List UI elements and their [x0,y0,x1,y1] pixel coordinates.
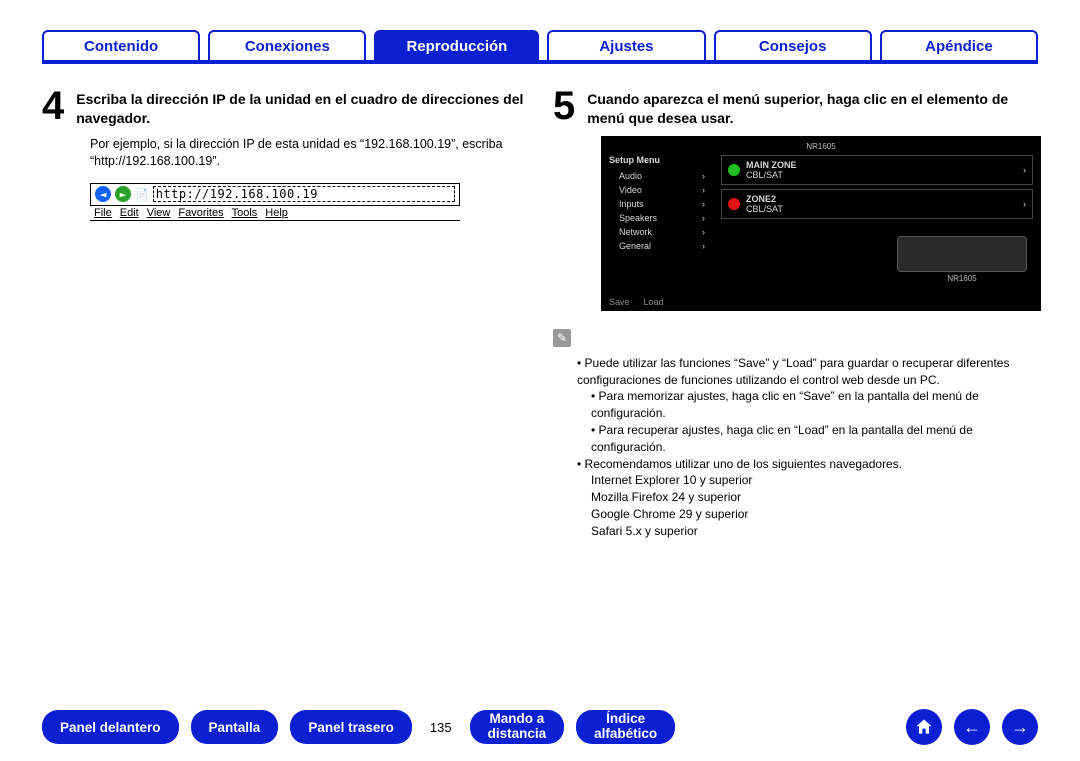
home-icon [914,717,934,737]
col-right: 5 Cuando aparezca el menú superior, haga… [553,86,1038,681]
power-icon [728,198,740,210]
zone2-source: CBL/SAT [746,204,783,214]
top-nav: Contenido Conexiones Reproducción Ajuste… [42,28,1038,64]
page-number: 135 [424,720,458,735]
menu-tools[interactable]: Tools [232,207,258,219]
note-load: Para recuperar ajustes, haga clic en “Lo… [591,422,1038,456]
address-row: ◄ ► 📄 http://192.168.100.19 [90,183,460,205]
mando-line2: distancia [488,727,547,742]
menu-bar: File Edit View Favorites Tools Help [90,205,460,221]
tab-ajustes[interactable]: Ajustes [547,30,705,60]
note-save: Para memorizar ajustes, haga clic en “Sa… [591,388,1038,422]
pantalla-button[interactable]: Pantalla [191,710,279,744]
page-icon: 📄 [135,188,149,201]
device-brand: NR1605 [609,142,1033,151]
indice-button[interactable]: Índice alfabético [576,710,675,744]
setup-item-network[interactable]: Network› [609,225,709,239]
browser-bar: ◄ ► 📄 http://192.168.100.19 File Edit Vi… [90,183,460,221]
setup-sidebar: Setup Menu Audio› Video› Inputs› Speaker… [609,155,709,253]
indice-line2: alfabético [594,727,657,742]
arrow-right-icon: → [1011,717,1029,738]
setup-item-speakers[interactable]: Speakers› [609,211,709,225]
forward-icon[interactable]: ► [115,186,131,202]
zone-2[interactable]: ZONE2 CBL/SAT › [721,189,1033,219]
zone-main[interactable]: MAIN ZONE CBL/SAT › [721,155,1033,185]
setup-item-audio[interactable]: Audio› [609,169,709,183]
indice-line1: Índice [606,712,645,727]
step-para: Por ejemplo, si la dirección IP de esta … [90,136,527,171]
browser-chrome: Google Chrome 29 y superior [591,506,1038,523]
home-button[interactable] [906,709,942,745]
tab-apendice[interactable]: Apéndice [880,30,1038,60]
arrow-left-icon: ← [963,717,981,738]
step-number: 4 [42,86,64,126]
mando-distancia-button[interactable]: Mando a distancia [470,710,565,744]
zone1-source: CBL/SAT [746,170,783,180]
power-icon [728,164,740,176]
setup-menu-screenshot: NR1605 Setup Menu Audio› Video› Inputs› … [601,136,1041,311]
panel-trasero-button[interactable]: Panel trasero [290,710,412,744]
tab-reproduccion[interactable]: Reproducción [374,30,539,60]
col-left: 4 Escriba la dirección IP de la unidad e… [42,86,527,681]
step-4: 4 Escriba la dirección IP de la unidad e… [42,86,527,128]
menu-view[interactable]: View [147,207,171,219]
step-number: 5 [553,86,575,126]
note-browsers: Recomendamos utilizar uno de los siguien… [577,456,1038,473]
menu-favorites[interactable]: Favorites [178,207,223,219]
step-title: Cuando aparezca el menú superior, haga c… [587,86,1038,128]
tab-conexiones[interactable]: Conexiones [208,30,366,60]
step-5: 5 Cuando aparezca el menú superior, haga… [553,86,1038,128]
zone1-name: MAIN ZONE [746,160,797,170]
panel-delantero-button[interactable]: Panel delantero [42,710,179,744]
tab-consejos[interactable]: Consejos [714,30,872,60]
browser-firefox: Mozilla Firefox 24 y superior [591,489,1038,506]
zone2-name: ZONE2 [746,194,776,204]
notes: Puede utilizar las funciones “Save” y “L… [577,355,1038,540]
prev-button[interactable]: ← [954,709,990,745]
step-title: Escriba la dirección IP de la unidad en … [76,86,527,128]
browser-ie: Internet Explorer 10 y superior [591,472,1038,489]
browser-safari: Safari 5.x y superior [591,523,1038,540]
address-field[interactable]: http://192.168.100.19 [153,186,455,202]
note-icon: ✎ [553,329,571,347]
menu-file[interactable]: File [94,207,112,219]
menu-edit[interactable]: Edit [120,207,139,219]
next-button[interactable]: → [1002,709,1038,745]
back-icon[interactable]: ◄ [95,186,111,202]
sidebar-title: Setup Menu [609,155,709,165]
menu-help[interactable]: Help [265,207,288,219]
mando-line1: Mando a [489,712,544,727]
setup-item-inputs[interactable]: Inputs› [609,197,709,211]
bottom-bar: Panel delantero Pantalla Panel trasero 1… [42,707,1038,747]
main: 4 Escriba la dirección IP de la unidad e… [42,86,1038,681]
load-button[interactable]: Load [644,297,664,307]
device-label: NR1605 [897,274,1027,283]
setup-item-general[interactable]: General› [609,239,709,253]
setup-item-video[interactable]: Video› [609,183,709,197]
tab-contenido[interactable]: Contenido [42,30,200,60]
save-button[interactable]: Save [609,297,630,307]
device-illustration: NR1605 [897,236,1027,283]
note-saveload: Puede utilizar las funciones “Save” y “L… [577,355,1038,389]
